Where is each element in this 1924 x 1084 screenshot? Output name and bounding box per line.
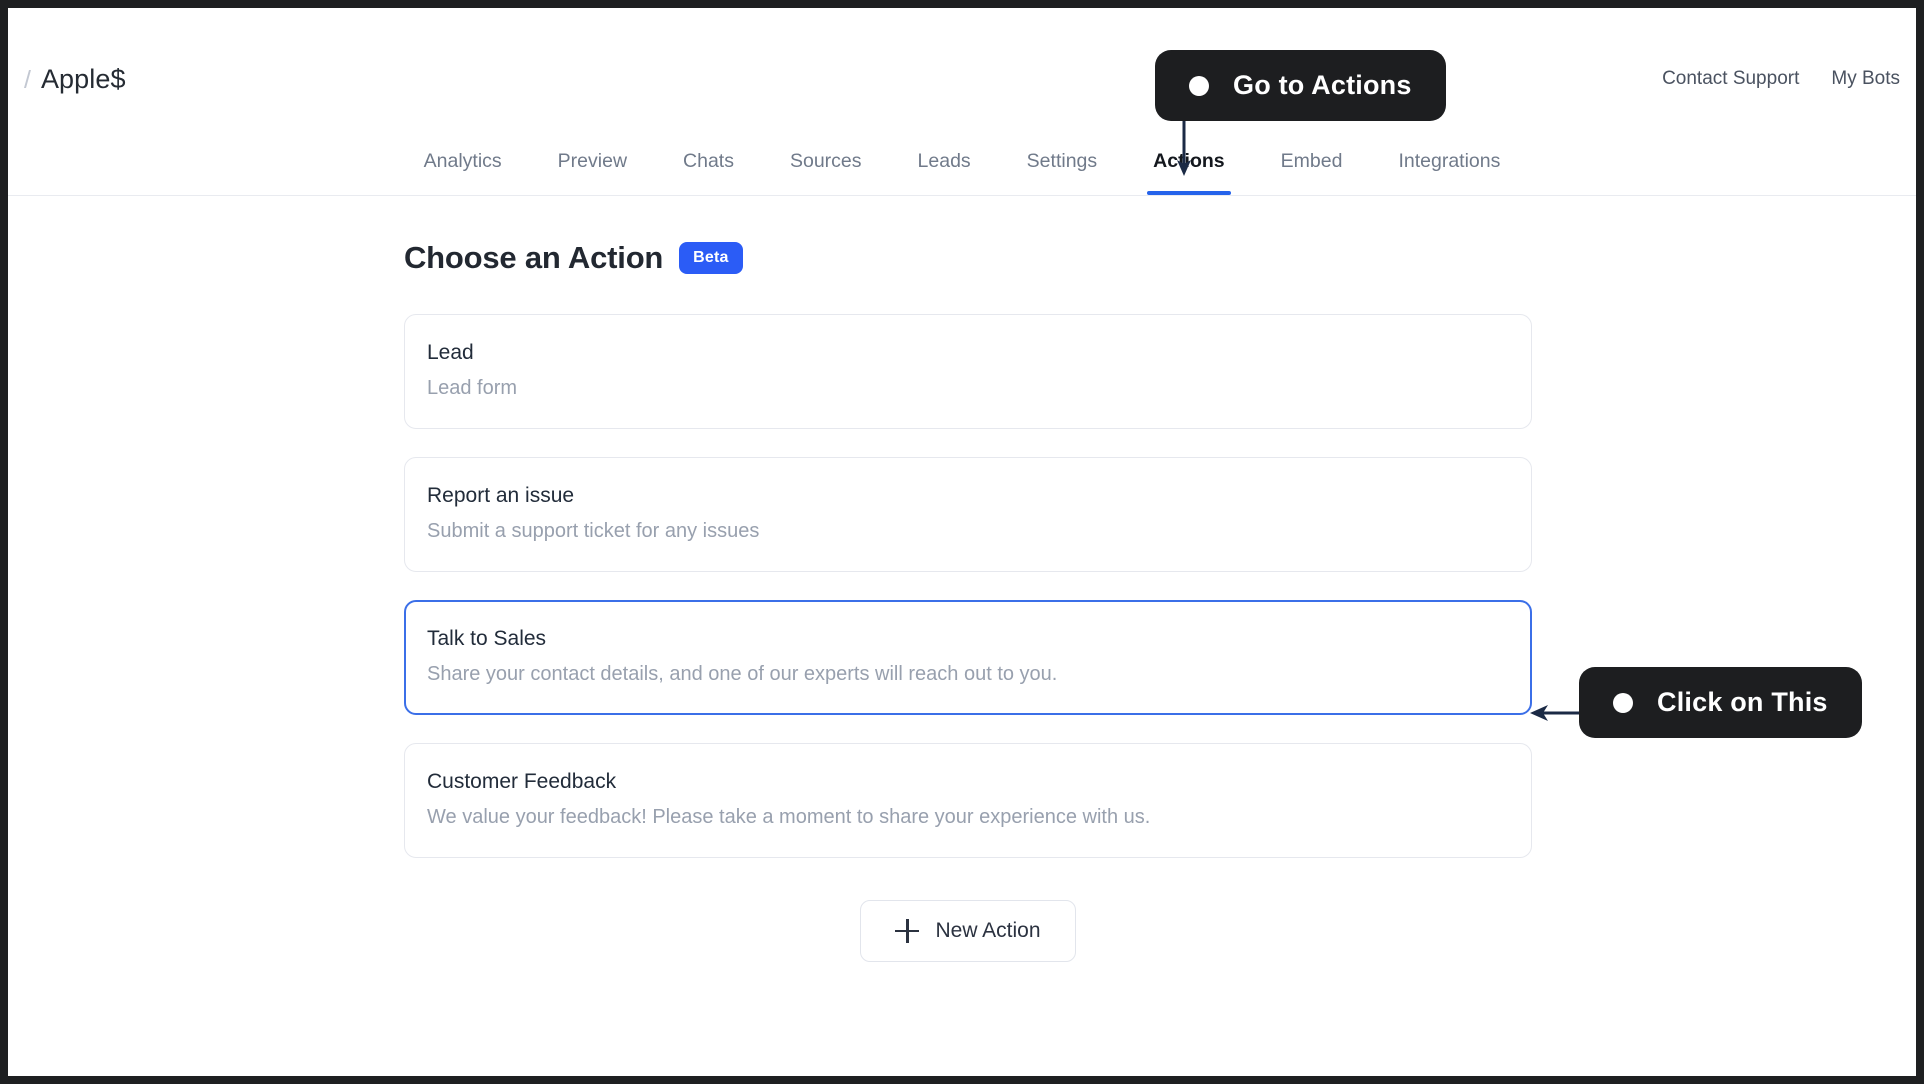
action-card-description: Share your contact details, and one of o… — [427, 663, 1058, 685]
action-card-customer-feedback[interactable]: Customer Feedback We value your feedback… — [404, 743, 1532, 858]
callout-dot-icon — [1613, 692, 1633, 713]
breadcrumb: / Apple$ — [24, 64, 126, 95]
callout-label: Click on This — [1657, 687, 1828, 717]
page-title: Choose an Action — [404, 240, 664, 275]
app-window: / Apple$ Contact Support My Bots Analyti… — [8, 8, 1916, 1076]
callout-dot-icon — [1189, 75, 1209, 96]
new-action-button[interactable]: New Action — [860, 900, 1076, 962]
plus-icon — [895, 919, 920, 943]
beta-badge: Beta — [679, 242, 743, 274]
tab-leads[interactable]: Leads — [890, 150, 999, 195]
tab-bar: Analytics Preview Chats Sources Leads Se… — [8, 150, 1916, 195]
header-links: Contact Support My Bots — [1662, 68, 1900, 90]
action-card-description: Submit a support ticket for any issues — [427, 520, 760, 542]
main-content: Choose an Action Beta Lead Lead form Rep… — [8, 196, 1916, 962]
action-card-title: Customer Feedback — [427, 770, 617, 793]
section-header: Choose an Action Beta — [404, 240, 1916, 276]
tab-integrations[interactable]: Integrations — [1370, 150, 1528, 195]
new-action-row: New Action — [404, 900, 1532, 962]
action-card-talk-to-sales[interactable]: Talk to Sales Share your contact details… — [404, 600, 1532, 715]
app-header: / Apple$ Contact Support My Bots Analyti… — [8, 8, 1916, 196]
my-bots-link[interactable]: My Bots — [1831, 68, 1900, 90]
callout-go-to-actions: Go to Actions — [1155, 50, 1446, 121]
action-card-title: Talk to Sales — [427, 627, 547, 650]
contact-support-link[interactable]: Contact Support — [1662, 68, 1799, 90]
tab-preview[interactable]: Preview — [530, 150, 655, 195]
tab-embed[interactable]: Embed — [1253, 150, 1371, 195]
action-card-lead[interactable]: Lead Lead form — [404, 314, 1532, 429]
action-card-description: Lead form — [427, 377, 518, 399]
action-card-title: Report an issue — [427, 484, 575, 507]
new-action-button-label: New Action — [935, 919, 1041, 942]
action-card-title: Lead — [427, 341, 474, 364]
callout-label: Go to Actions — [1233, 70, 1412, 100]
tab-settings[interactable]: Settings — [999, 150, 1125, 195]
tab-sources[interactable]: Sources — [762, 150, 890, 195]
action-card-description: We value your feedback! Please take a mo… — [427, 806, 1151, 828]
action-list: Lead Lead form Report an issue Submit a … — [404, 314, 1532, 858]
breadcrumb-separator: / — [24, 66, 31, 94]
tab-analytics[interactable]: Analytics — [396, 150, 530, 195]
tab-chats[interactable]: Chats — [655, 150, 762, 195]
action-card-report-an-issue[interactable]: Report an issue Submit a support ticket … — [404, 457, 1532, 572]
breadcrumb-bot-name[interactable]: Apple$ — [41, 64, 126, 95]
callout-click-on-this: Click on This — [1579, 667, 1862, 738]
callout-arrow-to-actions-tab — [1177, 118, 1191, 176]
